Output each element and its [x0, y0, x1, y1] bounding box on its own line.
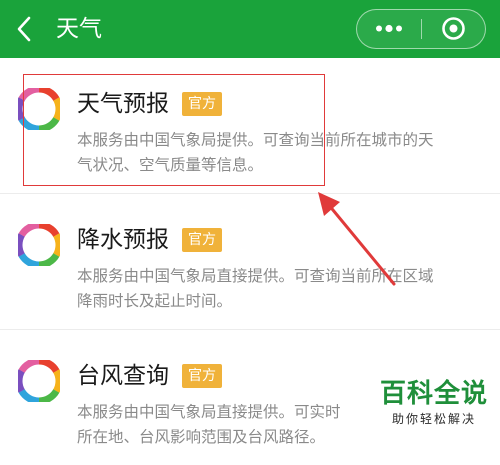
service-item-precipitation-forecast[interactable]: 降水预报 官方 本服务由中国气象局直接提供。可查询当前所在区域 降雨时长及起止时… — [0, 193, 500, 329]
page-title: 天气 — [56, 16, 102, 42]
target-icon[interactable] — [422, 10, 485, 47]
more-dots-icon[interactable] — [357, 10, 421, 47]
service-item-weather-forecast[interactable]: 天气预报 官方 本服务由中国气象局提供。可查询当前所在城市的天 气状况、空气质量… — [0, 58, 500, 193]
description-line: 本服务由中国气象局直接提供。可查询当前所在区域 — [77, 267, 434, 285]
top-navigation-bar: 天气 — [0, 0, 500, 58]
service-description: 本服务由中国气象局提供。可查询当前所在城市的天 气状况、空气质量等信息。 — [77, 128, 477, 178]
service-name: 台风查询 — [77, 363, 169, 389]
watermark-logo: 百科全说 助你轻松解决 — [370, 378, 498, 434]
description-line: 降雨时长及起止时间。 — [77, 292, 233, 310]
watermark-title: 百科全说 — [379, 379, 488, 409]
official-badge: 官方 — [182, 364, 222, 388]
weather-service-logo-icon — [18, 360, 60, 402]
official-badge: 官方 — [182, 92, 222, 116]
service-name: 天气预报 — [77, 91, 169, 117]
description-line: 气状况、空气质量等信息。 — [77, 156, 264, 174]
mini-program-capsule — [356, 9, 486, 49]
weather-service-logo-icon — [18, 224, 60, 266]
chevron-left-icon[interactable] — [14, 14, 36, 44]
service-description: 本服务由中国气象局直接提供。可查询当前所在区域 降雨时长及起止时间。 — [77, 264, 477, 314]
official-badge: 官方 — [182, 228, 222, 252]
watermark-subtitle: 助你轻松解决 — [391, 412, 476, 426]
weather-service-logo-icon — [18, 88, 60, 130]
service-name: 降水预报 — [77, 227, 169, 253]
description-line: 本服务由中国气象局提供。可查询当前所在城市的天 — [77, 131, 434, 149]
